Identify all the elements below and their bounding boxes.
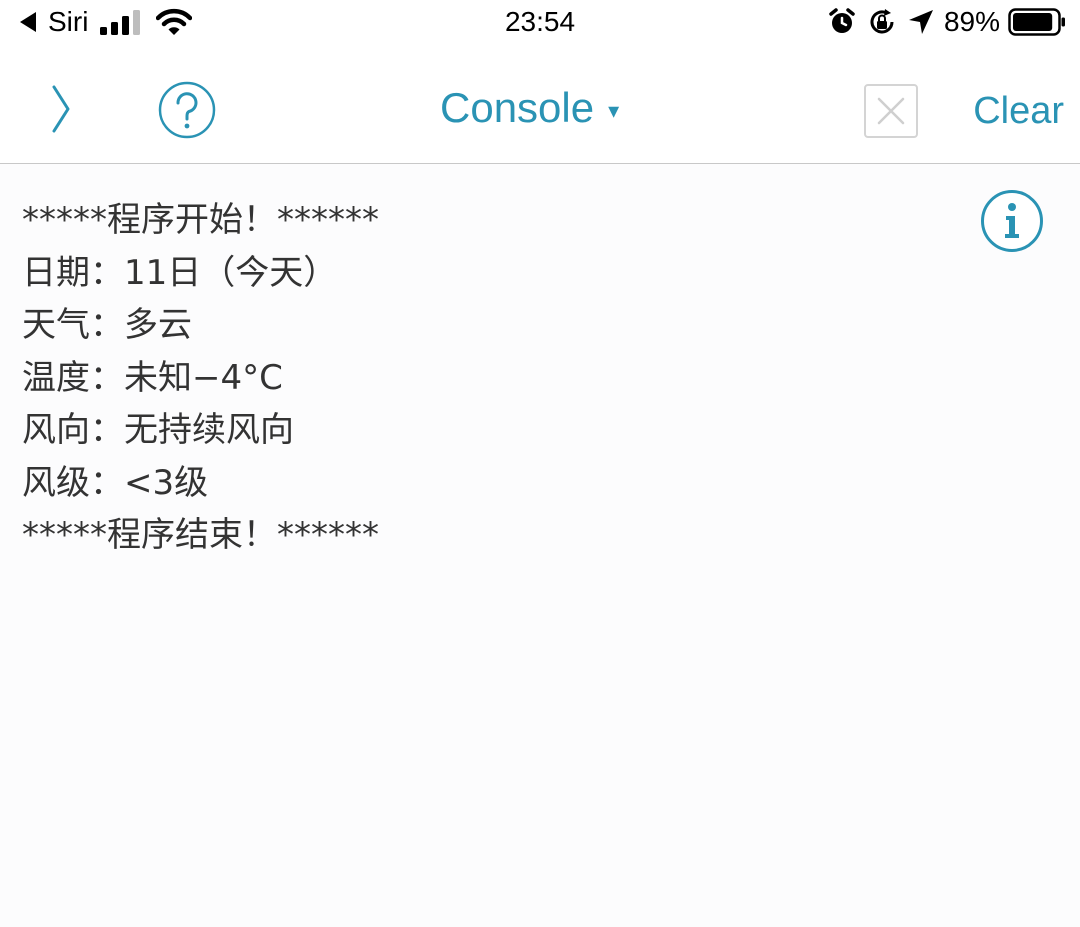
console-output-area: *****程序开始！****** 日期：11日（今天） 天气：多云 温度：未知−…	[0, 164, 1080, 927]
console-line: *****程序开始！******	[22, 200, 379, 240]
console-line: 天气：多云	[22, 305, 192, 345]
console-line: *****程序结束！******	[22, 515, 379, 555]
clear-button[interactable]: Clear	[973, 90, 1064, 133]
battery-icon	[1008, 8, 1065, 36]
location-icon	[908, 10, 933, 34]
info-icon[interactable]	[980, 189, 1044, 253]
status-bar: Siri 23:54 89%	[0, 0, 1080, 46]
console-line: 风级：<3级	[22, 462, 209, 503]
dropdown-caret-icon: ▾	[608, 98, 620, 124]
help-icon[interactable]	[158, 81, 216, 139]
console-title: Console	[440, 84, 595, 131]
console-output-lines: *****程序开始！****** 日期：11日（今天） 天气：多云 温度：未知−…	[22, 194, 379, 562]
close-icon	[877, 97, 905, 125]
console-line: 风向：无持续风向	[22, 410, 294, 450]
battery-fill	[1013, 13, 1053, 31]
status-bar-right: 89%	[828, 4, 1066, 40]
alarm-icon	[829, 8, 855, 33]
console-title-dropdown[interactable]: Console ▾	[440, 84, 619, 132]
close-button[interactable]	[864, 84, 918, 138]
chevron-right-icon[interactable]	[50, 84, 72, 134]
orientation-lock-icon	[870, 9, 894, 34]
console-nav-bar: Console ▾ Clear	[0, 46, 1080, 164]
console-line: 日期：11日（今天）	[22, 252, 338, 293]
battery-percent: 89%	[943, 6, 1000, 37]
console-line: 温度：未知−4°C	[22, 357, 283, 398]
